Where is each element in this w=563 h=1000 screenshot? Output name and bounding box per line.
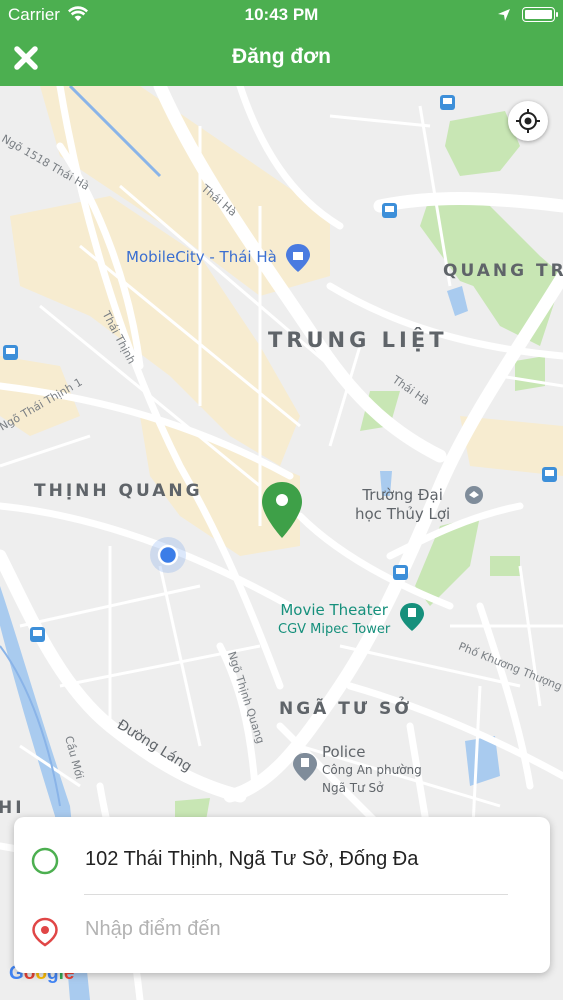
red-location-pin-icon bbox=[31, 917, 59, 952]
page-title: Đăng đơn bbox=[232, 45, 331, 68]
pickup-address-text: 102 Thái Thịnh, Ngã Tư Sở, Đống Đa bbox=[85, 848, 419, 870]
locate-me-button[interactable] bbox=[508, 101, 548, 141]
clock-time: 10:43 PM bbox=[244, 5, 319, 24]
address-card: 102 Thái Thịnh, Ngã Tư Sở, Đống Đa Nhập … bbox=[14, 817, 550, 973]
crosshair-icon bbox=[516, 109, 540, 133]
destination-input[interactable]: Nhập điểm đến bbox=[14, 895, 550, 965]
pickup-address-field[interactable]: 102 Thái Thịnh, Ngã Tư Sở, Đống Đa bbox=[14, 825, 550, 895]
destination-placeholder: Nhập điểm đến bbox=[85, 918, 221, 940]
location-arrow-icon bbox=[497, 7, 511, 27]
green-circle-icon bbox=[31, 847, 59, 880]
status-bar: Carrier 10:43 PM bbox=[0, 0, 563, 30]
battery-icon bbox=[522, 7, 558, 22]
nav-bar: Đăng đơn bbox=[0, 30, 563, 86]
